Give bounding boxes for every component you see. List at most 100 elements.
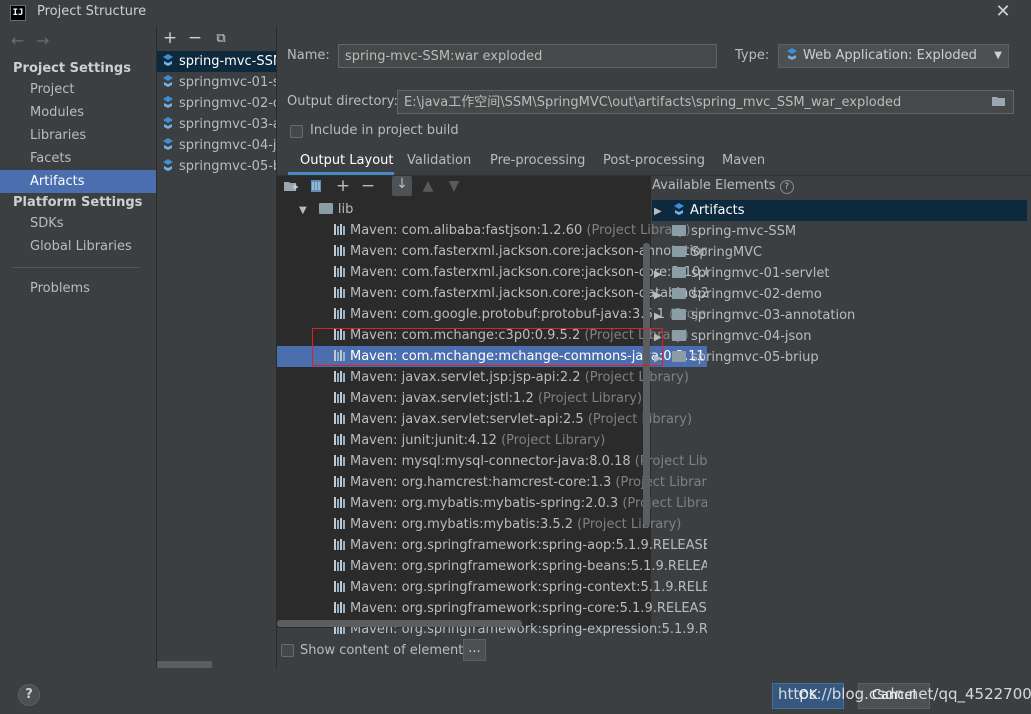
name-field[interactable]: spring-mvc-SSM:war exploded: [338, 44, 717, 68]
library-icon: [334, 476, 345, 487]
collapsed-arrow-icon: ▶: [654, 353, 662, 364]
tab-validation[interactable]: Validation: [407, 150, 471, 176]
module-folder-icon: [672, 330, 686, 341]
library-row[interactable]: Maven: org.springframework:spring-aop:5.…: [277, 535, 707, 556]
tree-vertical-scrollbar[interactable]: [643, 243, 650, 526]
library-name: Maven: javax.servlet.jsp:jsp-api:2.2: [350, 370, 581, 385]
output-directory-field[interactable]: E:\java工作空间\SSM\SpringMVC\out\artifacts\…: [397, 90, 1014, 114]
tab-maven[interactable]: Maven: [722, 150, 765, 176]
library-row[interactable]: Maven: org.springframework:spring-beans:…: [277, 556, 707, 577]
nav-item-global-libraries[interactable]: Global Libraries: [0, 235, 156, 258]
move-up-icon[interactable]: ▲: [420, 178, 436, 194]
tab-pre-processing[interactable]: Pre-processing: [490, 150, 585, 176]
back-arrow-icon[interactable]: ←: [11, 31, 24, 50]
artifacts-icon: [674, 203, 684, 215]
platform-settings-header: Platform Settings: [13, 195, 143, 210]
window-title: Project Structure: [37, 4, 147, 19]
sort-elements-icon[interactable]: ↓: [392, 176, 412, 196]
library-icon: [334, 266, 345, 277]
nav-item-problems[interactable]: Problems: [0, 277, 156, 300]
web-artifact-icon: [163, 96, 173, 108]
library-icon: [334, 581, 345, 592]
library-name: Maven: org.springframework:spring-contex…: [350, 580, 707, 595]
library-icon: [334, 434, 345, 445]
include-build-checkbox[interactable]: [290, 125, 303, 138]
tree-horizontal-scrollbar[interactable]: [277, 620, 522, 627]
available-module-node[interactable]: ▶ springmvc-03-annotation: [652, 305, 1027, 326]
library-name: Maven: javax.servlet:servlet-api:2.5: [350, 412, 584, 427]
forward-arrow-icon[interactable]: →: [36, 31, 49, 50]
library-icon: [334, 224, 345, 235]
library-row[interactable]: Maven: com.alibaba:fastjson:1.2.60 (Proj…: [277, 220, 707, 241]
collapsed-arrow-icon: ▶: [654, 332, 662, 343]
close-icon[interactable]: ✕: [993, 1, 1013, 23]
nav-item-project[interactable]: Project: [0, 78, 156, 101]
library-icon: [334, 350, 345, 361]
artifact-list-scrollbar[interactable]: [157, 661, 212, 668]
available-element-label: spring-mvc-SSM: [691, 224, 797, 239]
ok-button[interactable]: OK: [772, 683, 844, 709]
create-directory-icon[interactable]: [283, 178, 299, 194]
tab-post-processing[interactable]: Post-processing: [603, 150, 705, 176]
module-folder-icon: [672, 288, 686, 299]
help-icon[interactable]: ?: [779, 180, 794, 194]
library-icon: [334, 329, 345, 340]
artifact-item[interactable]: springmvc-05-briup:war exploded: [157, 156, 276, 177]
library-row[interactable]: Maven: org.springframework:spring-contex…: [277, 577, 707, 598]
library-scope: (Project Library): [496, 433, 606, 448]
expanded-arrow-icon: ▼: [299, 205, 307, 216]
available-module-node[interactable]: SpringMVC: [652, 242, 1027, 263]
available-module-node[interactable]: ▶ springmvc-01-servlet: [652, 263, 1027, 284]
type-select[interactable]: Web Application: Exploded ▼: [778, 44, 1009, 68]
artifact-item[interactable]: springmvc-01-servlet:war exploded: [157, 72, 276, 93]
library-scope: (Project Library): [583, 412, 693, 427]
nav-item-artifacts[interactable]: Artifacts: [0, 170, 156, 193]
nav-item-sdks[interactable]: SDKs: [0, 212, 156, 235]
remove-element-icon[interactable]: −: [360, 178, 376, 195]
tree-root-lib[interactable]: ▼ lib: [277, 199, 673, 220]
web-artifact-icon: [787, 48, 797, 60]
nav-item-modules[interactable]: Modules: [0, 101, 156, 124]
library-scope: (Project Library): [615, 475, 707, 490]
nav-item-facets[interactable]: Facets: [0, 147, 156, 170]
cancel-button[interactable]: Cancel: [858, 683, 930, 709]
web-artifact-icon: [163, 54, 173, 66]
remove-artifact-icon[interactable]: −: [186, 30, 204, 48]
library-icon: [334, 602, 345, 613]
library-scope: (Project Library): [573, 517, 682, 532]
show-content-options-button[interactable]: ...: [463, 639, 486, 661]
move-down-icon[interactable]: ▼: [446, 178, 462, 194]
folder-icon: [318, 203, 333, 214]
artifact-item[interactable]: springmvc-04-json:war exploded: [157, 135, 276, 156]
available-element-label: SpringMVC: [691, 245, 763, 260]
module-folder-icon: [672, 351, 686, 362]
library-icon: [334, 413, 345, 424]
create-archive-icon[interactable]: [308, 178, 324, 194]
artifact-item[interactable]: springmvc-02-demo:war exploded: [157, 93, 276, 114]
add-copy-icon[interactable]: +: [335, 178, 351, 195]
library-scope: (Project Library): [580, 370, 689, 385]
available-artifacts-node[interactable]: ▶ Artifacts: [652, 200, 1027, 221]
add-artifact-icon[interactable]: +: [161, 30, 179, 48]
copy-artifact-icon[interactable]: ⧉: [212, 30, 230, 48]
nav-item-libraries[interactable]: Libraries: [0, 124, 156, 147]
library-name: Maven: com.google.protobuf:protobuf-java…: [350, 307, 666, 322]
library-icon: [334, 455, 345, 466]
available-module-node[interactable]: ▶ springmvc-02-demo: [652, 284, 1027, 305]
available-module-node[interactable]: spring-mvc-SSM: [652, 221, 1027, 242]
library-name: Maven: mysql:mysql-connector-java:8.0.18: [350, 454, 631, 469]
type-label: Type:: [735, 48, 770, 63]
show-content-checkbox[interactable]: [281, 644, 294, 657]
available-element-label: springmvc-05-briup: [691, 350, 819, 365]
available-module-node[interactable]: ▶ springmvc-05-briup: [652, 347, 1027, 368]
help-button[interactable]: ?: [18, 684, 40, 706]
available-module-node[interactable]: ▶ springmvc-04-json: [652, 326, 1027, 347]
web-artifact-icon: [163, 138, 173, 150]
artifact-item[interactable]: spring-mvc-SSM:war exploded: [157, 51, 276, 72]
collapsed-arrow-icon: ▶: [654, 206, 662, 217]
library-row[interactable]: Maven: org.springframework:spring-core:5…: [277, 598, 707, 619]
browse-folder-icon[interactable]: [991, 94, 1007, 108]
project-settings-header: Project Settings: [13, 61, 131, 76]
artifact-item[interactable]: springmvc-03-annotation:war exploded: [157, 114, 276, 135]
artifact-label: springmvc-04-json:war exploded: [179, 138, 276, 153]
